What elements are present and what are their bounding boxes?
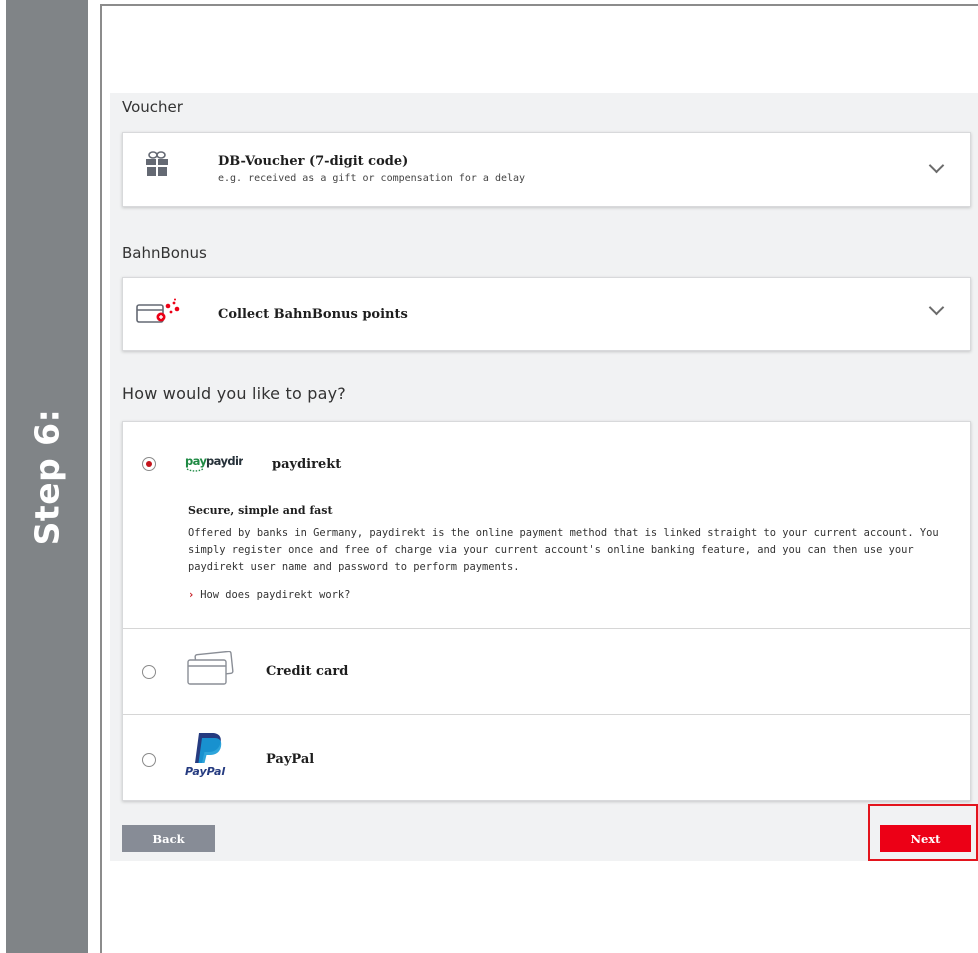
payment-option-paydirekt[interactable]: pay paydirekt paydirekt Secure, simple a… xyxy=(123,422,970,629)
bahnbonus-title: Collect BahnBonus points xyxy=(218,307,408,322)
paydirekt-description: Offered by banks in Germany, paydirekt i… xyxy=(188,527,939,573)
credit-card-label: Credit card xyxy=(266,664,349,679)
chevron-down-icon[interactable] xyxy=(928,299,945,316)
next-button-highlight xyxy=(868,804,978,861)
back-button[interactable]: Back xyxy=(122,825,215,852)
credit-card-radio[interactable] xyxy=(142,665,156,679)
paydirekt-label: paydirekt xyxy=(272,457,342,472)
chevron-right-icon: › xyxy=(188,589,195,601)
paypal-label: PayPal xyxy=(266,752,315,767)
payment-options-card: pay paydirekt paydirekt Secure, simple a… xyxy=(122,421,971,801)
voucher-subtitle: e.g. received as a gift or compensation … xyxy=(218,173,526,184)
step-label: Step 6: xyxy=(27,408,67,546)
paydirekt-info-link-text: How does paydirekt work? xyxy=(200,589,351,601)
voucher-heading: Voucher xyxy=(122,98,183,116)
svg-text:paydirekt: paydirekt xyxy=(206,454,243,468)
voucher-card[interactable]: DB-Voucher (7-digit code) e.g. received … xyxy=(122,132,971,207)
chevron-down-icon[interactable] xyxy=(928,157,945,174)
paypal-logo: PayPal xyxy=(185,733,225,778)
checkout-panel: Voucher DB-Voucher (7-digit code) e.g. r… xyxy=(110,93,978,861)
svg-text:PayPal: PayPal xyxy=(185,765,225,778)
paypal-radio[interactable] xyxy=(142,753,156,767)
paydirekt-subheading: Secure, simple and fast xyxy=(188,504,333,517)
bahnbonus-card[interactable]: Collect BahnBonus points xyxy=(122,277,971,351)
payment-heading: How would you like to pay? xyxy=(122,384,346,403)
paydirekt-info-link[interactable]: › How does paydirekt work? xyxy=(188,589,350,601)
payment-option-paypal[interactable]: PayPal PayPal xyxy=(123,715,970,802)
paydirekt-radio[interactable] xyxy=(142,457,156,471)
bahnbonus-heading: BahnBonus xyxy=(122,244,207,262)
payment-option-credit-card[interactable]: Credit card xyxy=(123,629,970,715)
gift-icon xyxy=(146,151,168,176)
svg-text:pay: pay xyxy=(185,454,207,468)
voucher-title: DB-Voucher (7-digit code) xyxy=(218,154,409,169)
bahnbonus-card-icon xyxy=(136,298,180,323)
credit-card-icon xyxy=(187,651,234,685)
paydirekt-logo: pay paydirekt xyxy=(185,454,243,472)
